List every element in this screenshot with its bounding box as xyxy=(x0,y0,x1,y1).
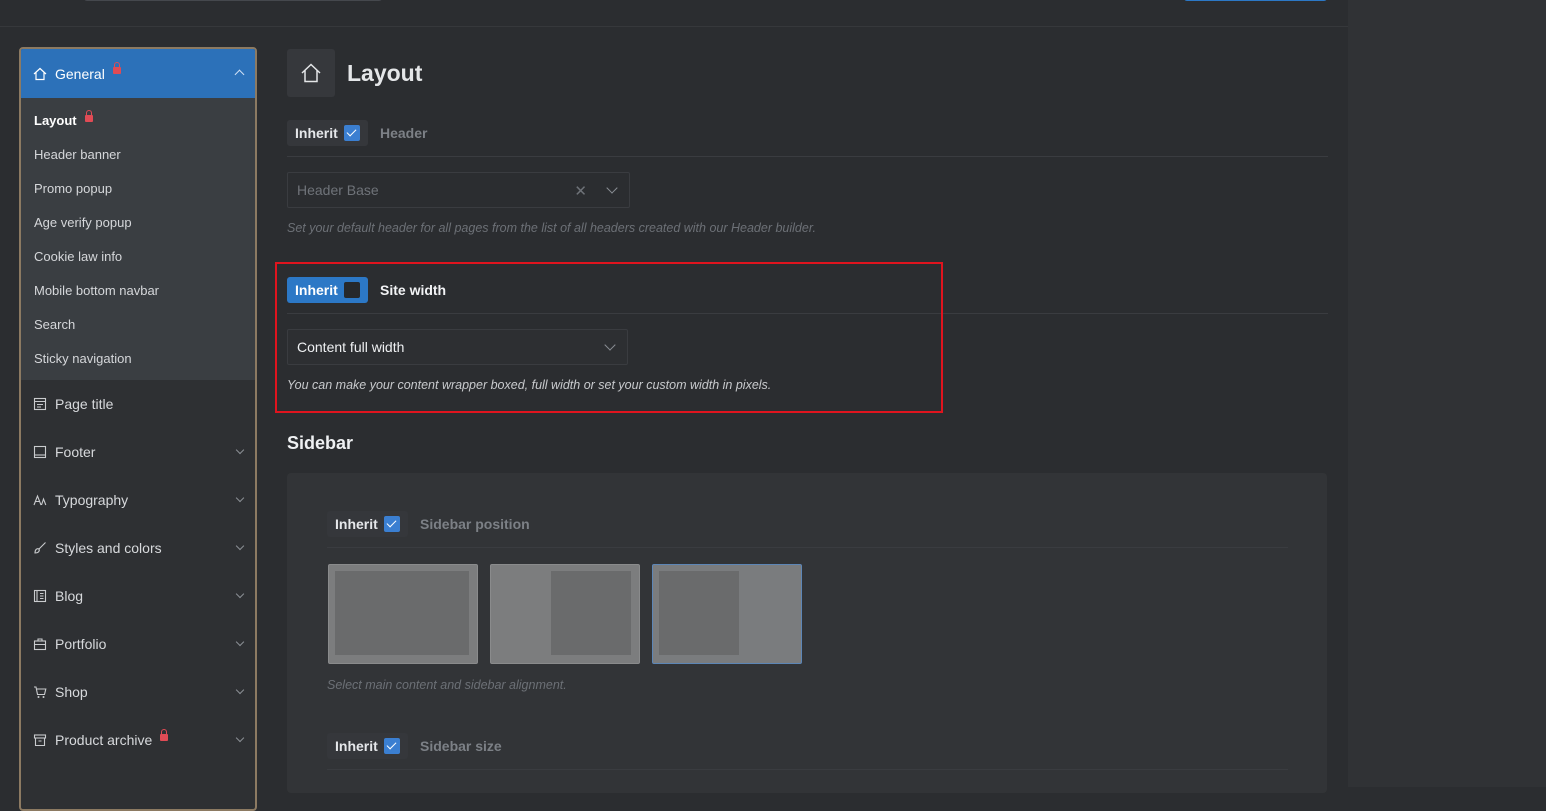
content-block xyxy=(551,571,631,655)
sidebar-position-description: Select main content and sidebar alignmen… xyxy=(327,678,567,692)
subnav-item-promo-popup[interactable]: Promo popup xyxy=(21,172,255,206)
subnav-item-cookie-law-info[interactable]: Cookie law info xyxy=(21,240,255,274)
sidebar-item-label: Product archive xyxy=(55,732,153,748)
checkbox-icon[interactable] xyxy=(343,125,360,141)
home-icon xyxy=(301,63,321,83)
sidebar-item-label: General xyxy=(55,65,105,82)
brush-icon xyxy=(34,542,46,554)
divider xyxy=(327,547,1288,548)
header-option-label: Header xyxy=(380,125,428,141)
divider xyxy=(327,769,1288,770)
typography-icon xyxy=(33,494,47,506)
sidebar-item-general[interactable]: General xyxy=(21,49,255,98)
header-select[interactable]: Header Base ✕ xyxy=(287,172,630,208)
sidebar-item-label: Styles and colors xyxy=(55,540,162,556)
subnav-item-sticky-navigation[interactable]: Sticky navigation xyxy=(21,342,255,376)
inherit-label: Inherit xyxy=(295,125,338,141)
sidebar-item-blog[interactable]: Blog xyxy=(21,572,255,620)
sidebar-size-label: Sidebar size xyxy=(420,738,502,754)
lock-icon xyxy=(160,728,169,741)
chevron-down-icon[interactable] xyxy=(235,445,245,455)
subnav-item-search[interactable]: Search xyxy=(21,308,255,342)
sidebar-position-inherit-toggle[interactable]: Inherit xyxy=(327,511,408,537)
sidebar-item-label: Shop xyxy=(55,684,88,700)
clear-icon[interactable]: ✕ xyxy=(574,182,587,200)
header-inherit-toggle[interactable]: Inherit xyxy=(287,120,368,146)
briefcase-icon xyxy=(33,638,47,651)
footer-icon xyxy=(33,445,47,459)
page-icon-box xyxy=(287,49,335,97)
sidebar-item-product-archive[interactable]: Product archive xyxy=(21,716,255,764)
chevron-down-icon[interactable] xyxy=(235,493,245,503)
subnav-item-age-verify-popup[interactable]: Age verify popup xyxy=(21,206,255,240)
chevron-down-icon[interactable] xyxy=(235,589,245,599)
sidebar-item-shop[interactable]: Shop xyxy=(21,668,255,716)
sidebar-section-title: Sidebar xyxy=(287,433,354,453)
chevron-down-icon[interactable] xyxy=(235,637,245,647)
page-title: Layout xyxy=(347,60,423,86)
sidebar-item-label: Footer xyxy=(55,444,96,460)
lock-icon xyxy=(84,110,93,122)
sidebar-item-page-title[interactable]: Page title xyxy=(21,380,255,428)
archive-icon xyxy=(33,734,47,747)
inherit-label: Inherit xyxy=(335,516,378,532)
layout-left-sidebar-option[interactable] xyxy=(490,564,640,664)
inherit-label: Inherit xyxy=(335,738,378,754)
chevron-down-icon[interactable] xyxy=(235,685,245,695)
highlight-box xyxy=(275,262,943,413)
checkbox-icon[interactable] xyxy=(383,516,400,532)
header-select-value: Header Base xyxy=(297,182,379,198)
sidebar-item-styles-and-colors[interactable]: Styles and colors xyxy=(21,524,255,572)
layout-right-sidebar-option[interactable] xyxy=(652,564,802,664)
subnav-item-layout[interactable]: Layout xyxy=(21,104,255,138)
layout-no-sidebar-option[interactable] xyxy=(328,564,478,664)
header-description: Set your default header for all pages fr… xyxy=(287,221,816,235)
chevron-up-icon[interactable] xyxy=(234,69,245,80)
chevron-down-icon[interactable] xyxy=(235,733,245,743)
right-gutter xyxy=(1348,0,1546,787)
checkbox-icon[interactable] xyxy=(383,738,400,754)
sidebar-position-label: Sidebar position xyxy=(420,516,530,532)
options-sidebar: General Layout Header banner Promo popup… xyxy=(19,47,257,811)
sidebar-item-typography[interactable]: Typography xyxy=(21,476,255,524)
home-icon xyxy=(33,67,47,80)
page-icon xyxy=(33,397,47,411)
top-save-button[interactable] xyxy=(1184,0,1327,1)
sidebar-item-label: Page title xyxy=(55,396,114,412)
cart-icon xyxy=(34,686,47,698)
general-submenu: Layout Header banner Promo popup Age ver… xyxy=(21,98,255,380)
top-search-input[interactable] xyxy=(84,0,382,1)
top-bar xyxy=(0,0,1348,27)
sidebar-item-footer[interactable]: Footer xyxy=(21,428,255,476)
lock-icon xyxy=(112,62,121,74)
chevron-down-icon[interactable] xyxy=(606,182,618,194)
sidebar-item-label: Typography xyxy=(55,492,129,508)
chevron-down-icon[interactable] xyxy=(235,541,245,551)
content-block xyxy=(335,571,469,655)
subnav-item-mobile-bottom-navbar[interactable]: Mobile bottom navbar xyxy=(21,274,255,308)
sidebar-item-label: Blog xyxy=(55,588,84,604)
sidebar-item-label: Portfolio xyxy=(55,636,107,652)
subnav-item-label: Layout xyxy=(34,113,77,128)
blog-icon xyxy=(33,589,47,603)
divider xyxy=(287,156,1328,157)
subnav-item-header-banner[interactable]: Header banner xyxy=(21,138,255,172)
content-block xyxy=(659,571,739,655)
sidebar-size-inherit-toggle[interactable]: Inherit xyxy=(327,733,408,759)
sidebar-item-portfolio[interactable]: Portfolio xyxy=(21,620,255,668)
